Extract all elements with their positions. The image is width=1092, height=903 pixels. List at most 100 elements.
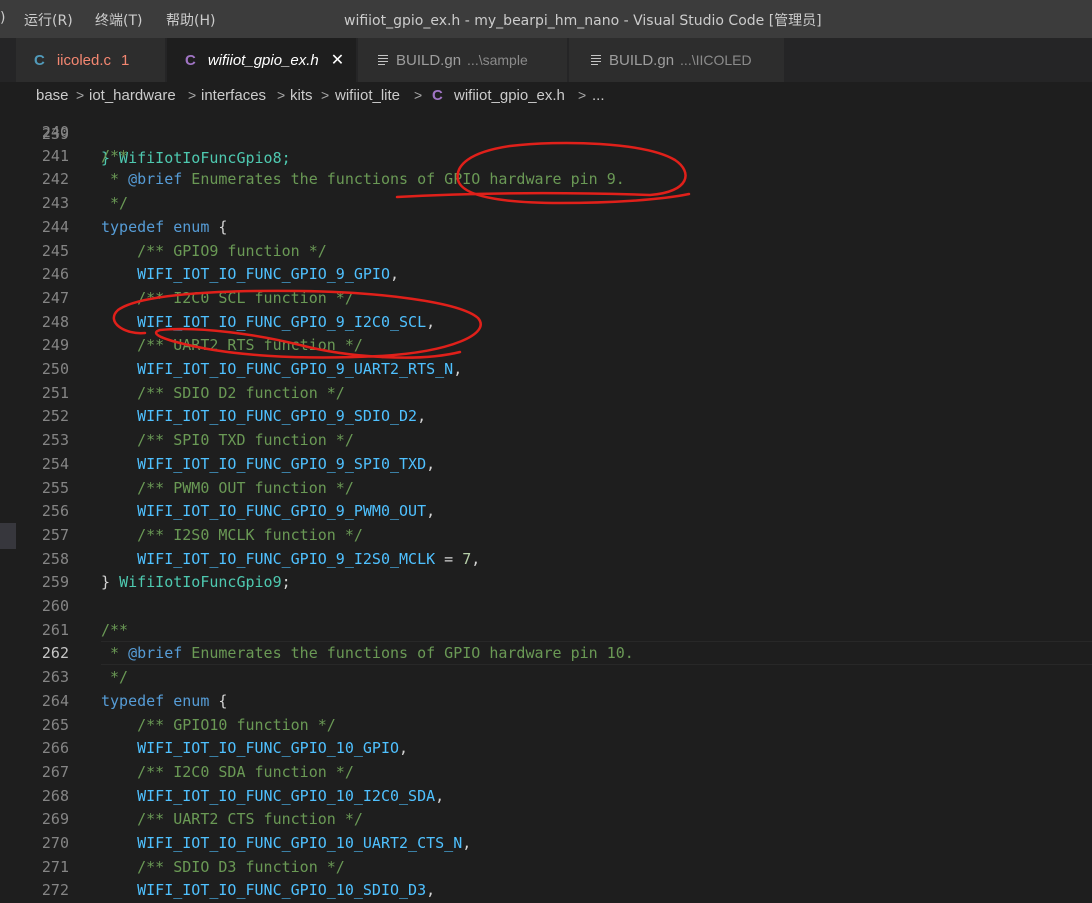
line-number: 249 (41, 336, 69, 355)
line-number: 253 (41, 431, 69, 450)
code-text: * @brief Enumerates the functions of GPI… (101, 167, 625, 191)
line-number: 263 (41, 668, 69, 687)
line-number: 262 (41, 644, 69, 663)
line-number: 243 (41, 194, 69, 213)
menu-help[interactable]: 帮助(H) (166, 10, 215, 30)
problem-count-badge: 1 (121, 51, 130, 69)
breadcrumb-file[interactable]: wifiiot_gpio_ex.h (454, 87, 565, 104)
line-number: 260 (41, 597, 69, 615)
window-title: wifiiot_gpio_ex.h - my_bearpi_hm_nano - … (344, 13, 822, 29)
code-token-plain: { (209, 691, 228, 710)
line-number: 259 (41, 573, 69, 592)
code-line: 249 /** UART2 RTS function */ (0, 333, 1092, 357)
tab-wifiiot-gpio-ex[interactable]: C wifiiot_gpio_ex.h ✕ (167, 38, 357, 82)
breadcrumb-kits[interactable]: kits (290, 87, 313, 104)
line-number: 266 (41, 739, 69, 758)
menu-run[interactable]: 运行(R) (24, 10, 73, 30)
code-token-comment: /** SDIO D3 function */ (137, 857, 345, 876)
line-number: 247 (41, 288, 69, 307)
code-line: 252 WIFI_IOT_IO_FUNC_GPIO_9_SDIO_D2, (0, 404, 1092, 428)
chevron-right-icon: > (76, 87, 85, 103)
code-line: 244 typedef enum { (0, 215, 1092, 239)
code-token-plain: , (426, 881, 436, 900)
code-token-enum: WIFI_IOT_IO_FUNC_GPIO_10_I2C0_SDA (137, 786, 436, 805)
code-text: */ (101, 191, 128, 215)
code-text: */ (101, 665, 128, 689)
c-header-file-icon: C (185, 51, 196, 69)
code-token-plain: } (101, 573, 120, 592)
line-number: 250 (41, 360, 69, 378)
line-number: 248 (41, 312, 69, 331)
line-number: 272 (41, 881, 69, 900)
tab-label: BUILD.gn (396, 51, 462, 69)
code-token-enum: WIFI_IOT_IO_FUNC_GPIO_10_SDIO_D3 (137, 881, 427, 900)
code-token-plain: , (426, 312, 436, 331)
breadcrumb-iot-hardware[interactable]: iot_hardware (89, 87, 176, 104)
code-token-doctag: @brief (128, 644, 183, 663)
code-token-comment: /** I2C0 SCL function */ (137, 288, 354, 307)
menu-fragment[interactable]: ) (0, 10, 5, 26)
code-line: 241 /** (0, 144, 1092, 168)
code-token-comment: /** SDIO D2 function */ (137, 383, 345, 402)
code-token-enum: WIFI_IOT_IO_FUNC_GPIO_9_PWM0_OUT (137, 502, 427, 521)
code-token-enum: WIFI_IOT_IO_FUNC_GPIO_9_SPI0_TXD (137, 454, 427, 473)
line-number: 255 (41, 478, 69, 497)
code-text: * @brief Enumerates the functions of GPI… (101, 641, 634, 665)
sidebar-edge-marker (0, 523, 16, 549)
breadcrumb-symbol[interactable]: ... (592, 87, 605, 104)
tab-label: iicoled.c (56, 51, 112, 69)
code-text: /** GPIO10 function */ (101, 713, 336, 737)
code-token-comment: /** UART2 CTS function */ (137, 810, 363, 829)
code-token-doctag: @brief (128, 170, 183, 189)
tab-build-gn-sample[interactable]: BUILD.gn ...\sample (358, 38, 568, 82)
lines-file-icon (378, 54, 388, 66)
line-number: 256 (41, 502, 69, 521)
code-line: 259} WifiIotIoFuncGpio9; (0, 570, 1092, 594)
tab-label: BUILD.gn (609, 51, 675, 69)
code-text: WIFI_IOT_IO_FUNC_GPIO_9_I2C0_SCL, (101, 310, 435, 334)
line-number: 265 (41, 715, 69, 734)
code-text: /** (101, 144, 128, 168)
code-token-enum: WIFI_IOT_IO_FUNC_GPIO_10_GPIO (137, 739, 400, 758)
line-number: 252 (41, 407, 69, 426)
breadcrumb-interfaces[interactable]: interfaces (201, 87, 266, 104)
code-token-plain: = (435, 549, 463, 568)
code-text: WIFI_IOT_IO_FUNC_GPIO_10_UART2_CTS_N, (101, 831, 471, 855)
menu-terminal[interactable]: 终端(T) (95, 10, 142, 30)
code-line: 262 * @brief Enumerates the functions of… (0, 641, 1092, 666)
chevron-right-icon: > (277, 87, 286, 103)
code-token-keyword: typedef (101, 217, 165, 236)
code-token-comment: * (101, 170, 129, 189)
code-text: WIFI_IOT_IO_FUNC_GPIO_9_I2S0_MCLK = 7, (101, 547, 480, 571)
code-line: 272 WIFI_IOT_IO_FUNC_GPIO_10_SDIO_D3, (0, 878, 1092, 902)
breadcrumb-base[interactable]: base (36, 87, 69, 104)
code-line: 242 * @brief Enumerates the functions of… (0, 167, 1092, 191)
code-token-plain: , (426, 454, 436, 473)
code-token-enum: WIFI_IOT_IO_FUNC_GPIO_9_I2C0_SCL (137, 312, 427, 331)
code-token-plain: , (426, 502, 436, 521)
code-token-plain: , (453, 360, 463, 378)
code-line: 265 /** GPIO10 function */ (0, 713, 1092, 737)
code-token-plain: , (390, 265, 400, 284)
tab-iicoled[interactable]: C iicoled.c 1 (16, 38, 166, 82)
code-line: 258 WIFI_IOT_IO_FUNC_GPIO_9_I2S0_MCLK = … (0, 547, 1092, 571)
code-line: 247 /** I2C0 SCL function */ (0, 286, 1092, 310)
chevron-right-icon: > (188, 87, 197, 103)
code-token-comment: /** SPI0 TXD function */ (137, 431, 354, 450)
code-token-enum: WIFI_IOT_IO_FUNC_GPIO_9_I2S0_MCLK (137, 549, 436, 568)
breadcrumb-wifiiot-lite[interactable]: wifiiot_lite (335, 87, 400, 104)
tab-build-gn-iicoled[interactable]: BUILD.gn ...\IICOLED (569, 38, 785, 82)
code-token-plain: , (399, 739, 409, 758)
code-editor[interactable]: 239 } WifiIotIoFuncGpio8; 240 241/** 242 *… (0, 109, 1092, 903)
close-icon[interactable]: ✕ (331, 50, 344, 70)
code-token-comment: */ (101, 194, 129, 213)
